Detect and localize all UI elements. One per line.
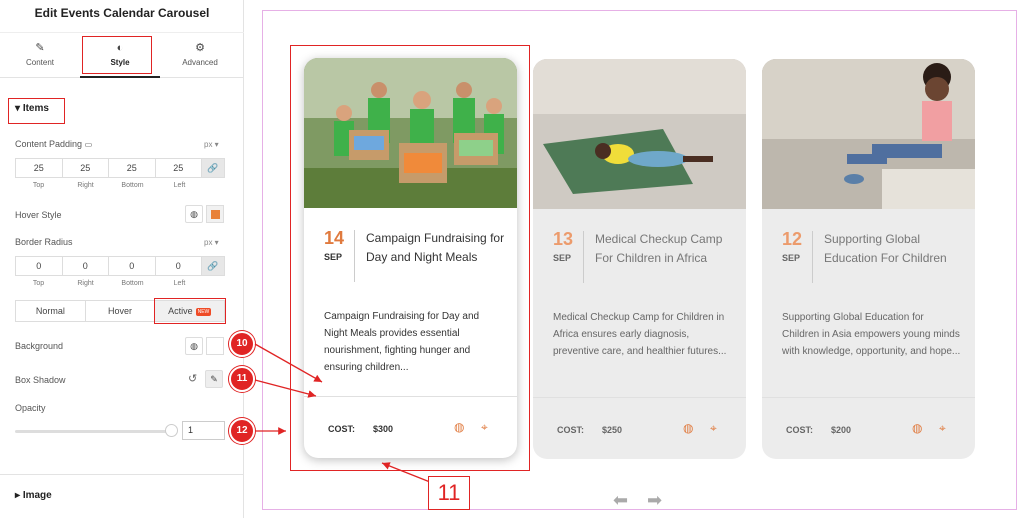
cost-value: $200: [831, 425, 852, 435]
divider: [583, 231, 584, 283]
padding-bottom-input[interactable]: 25: [109, 159, 156, 177]
event-month: SEP: [553, 253, 572, 263]
section-image[interactable]: ▸ Image: [0, 474, 244, 518]
hover-style-swatch[interactable]: [206, 205, 224, 223]
globe-icon[interactable]: ◍: [683, 421, 693, 435]
editor-root: Edit Events Calendar Carousel ✎ Content …: [0, 0, 1024, 518]
gear-icon: ⚙: [195, 42, 205, 54]
globe-icon[interactable]: ◍: [912, 421, 922, 435]
location-pin-icon[interactable]: ⌖: [939, 421, 946, 436]
event-card[interactable]: 13 SEP Medical Checkup Camp For Children…: [533, 59, 746, 459]
highlight-box: [82, 36, 152, 74]
padding-sublabels: Top Right Bottom Left: [32, 182, 186, 189]
caret-right-icon: ▸: [15, 490, 23, 501]
radius-top-input[interactable]: 0: [16, 257, 63, 275]
tab-advanced[interactable]: ⚙ Advanced: [160, 33, 240, 78]
section-items-toggle[interactable]: ▾ Items: [15, 103, 49, 114]
link-icon[interactable]: 🔗: [202, 257, 224, 275]
event-day: 12: [782, 229, 803, 249]
tab-content[interactable]: ✎ Content: [0, 33, 80, 78]
event-month: SEP: [782, 253, 801, 263]
location-pin-icon[interactable]: ⌖: [710, 421, 717, 436]
section-title: Items: [22, 103, 49, 114]
opacity-input[interactable]: 1: [182, 421, 225, 440]
border-radius-label: Border Radius: [15, 237, 73, 247]
highlight-box: [290, 45, 530, 471]
globe-icon[interactable]: ◍: [185, 205, 203, 223]
content-padding-inputs: 25 25 25 25 🔗: [15, 158, 225, 178]
divider: [533, 397, 746, 398]
divider: [812, 231, 813, 283]
radius-sublabels: Top Right Bottom Left: [32, 280, 186, 287]
background-swatch[interactable]: [206, 337, 224, 355]
highlight-box: [154, 298, 226, 324]
content-padding-label: Content Padding ▭: [15, 139, 93, 149]
event-title[interactable]: Medical Checkup Camp For Children in Afr…: [595, 230, 735, 268]
section-image-toggle[interactable]: ▸ Image: [15, 490, 52, 501]
state-hover-tab[interactable]: Hover: [86, 301, 156, 321]
settings-panel: Edit Events Calendar Carousel ✎ Content …: [0, 0, 244, 518]
padding-right-input[interactable]: 25: [63, 159, 109, 177]
unit-select[interactable]: px ▾: [204, 140, 219, 149]
event-description: Medical Checkup Camp for Children in Afr…: [553, 312, 727, 357]
section-title: Image: [22, 490, 52, 501]
event-image: [533, 59, 746, 209]
annotation-number: 11: [428, 476, 470, 510]
tab-label: Content: [25, 58, 55, 67]
tab-label: Advanced: [182, 58, 218, 67]
event-day: 13: [553, 229, 574, 249]
marker-11: 11: [229, 366, 255, 392]
next-arrow-icon[interactable]: ➡: [647, 490, 662, 511]
opacity-label: Opacity: [15, 403, 46, 413]
marker-10: 10: [229, 331, 255, 357]
pencil-icon: ✎: [35, 42, 45, 54]
event-description: Supporting Global Education for Children…: [782, 312, 961, 357]
panel-title: Edit Events Calendar Carousel: [34, 6, 210, 20]
pencil-icon[interactable]: ✎: [205, 370, 223, 388]
cost-value: $250: [602, 425, 623, 435]
globe-icon[interactable]: ◍: [185, 337, 203, 355]
cost-label: COST:: [786, 425, 813, 435]
unit-select[interactable]: px ▾: [204, 238, 219, 247]
padding-left-input[interactable]: 25: [156, 159, 202, 177]
event-card[interactable]: 12 SEP Supporting Global Education For C…: [762, 59, 975, 459]
monitor-icon: ▭: [84, 140, 93, 149]
opacity-slider-handle[interactable]: [165, 424, 178, 437]
background-label: Background: [15, 341, 64, 351]
state-normal-tab[interactable]: Normal: [16, 301, 86, 321]
padding-top-input[interactable]: 25: [16, 159, 63, 177]
box-shadow-label: Box Shadow: [15, 375, 66, 385]
radius-bottom-input[interactable]: 0: [109, 257, 156, 275]
radius-left-input[interactable]: 0: [156, 257, 202, 275]
opacity-slider-track[interactable]: [15, 430, 175, 433]
hover-style-label: Hover Style: [15, 210, 62, 220]
radius-right-input[interactable]: 0: [63, 257, 109, 275]
border-radius-inputs: 0 0 0 0 🔗: [15, 256, 225, 276]
reset-icon[interactable]: ↺: [188, 372, 197, 385]
event-image: [762, 59, 975, 209]
carousel-preview: 14 SEP Campaign Fundraising for Day and …: [262, 10, 1017, 510]
cost-label: COST:: [557, 425, 584, 435]
caret-down-icon: ▾: [15, 103, 23, 114]
color-swatch: [211, 210, 220, 219]
event-title[interactable]: Supporting Global Education For Children: [824, 230, 964, 268]
marker-12: 12: [229, 418, 255, 444]
link-icon[interactable]: 🔗: [202, 159, 224, 177]
prev-arrow-icon[interactable]: ⬅: [613, 490, 628, 511]
divider: [762, 397, 975, 398]
